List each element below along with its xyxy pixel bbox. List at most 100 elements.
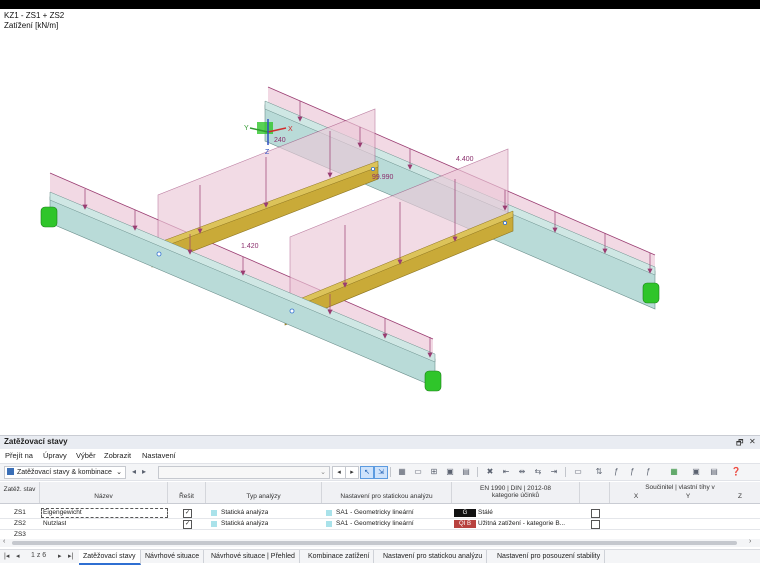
category-tag: QI B [454, 520, 476, 528]
node-marker[interactable] [289, 308, 295, 314]
chevron-down-icon: ⌄ [320, 469, 326, 476]
tab-static-analysis-settings[interactable]: Nastavení pro statickou analýzu [379, 550, 488, 563]
add-icon[interactable]: ⊞ [428, 466, 440, 478]
menu-upravy[interactable]: Úpravy [43, 451, 67, 460]
table-row[interactable]: ZS1 Eigengewicht ✓ Statická analýza SA1 … [0, 508, 760, 519]
support-icon[interactable] [642, 282, 660, 304]
help-icon[interactable]: ❓ [730, 466, 742, 478]
col-solve[interactable]: Řešit [168, 482, 206, 503]
function-edit-icon[interactable]: ƒ [642, 466, 654, 478]
flag-checkbox[interactable] [591, 509, 600, 518]
flag-checkbox[interactable] [591, 520, 600, 529]
settings-color-swatch [326, 521, 332, 527]
tab-design-situations[interactable]: Návrhové situace [141, 550, 205, 563]
move-up-icon[interactable]: ⇤ [500, 466, 512, 478]
scroll-right-icon[interactable]: › [749, 538, 751, 545]
window-icon[interactable]: ▭ [572, 466, 584, 478]
sheet-tabs-bar: |◂ ◂ 1 z 6 ▸ ▸| Zatěžovací stavy Návrhov… [0, 549, 760, 565]
node-marker[interactable] [502, 220, 507, 225]
support-icon[interactable] [40, 206, 58, 228]
restore-icon[interactable]: 🗗 [736, 437, 744, 451]
panel-menubar: Přejít na Úpravy Výběr Zobrazit Nastaven… [0, 450, 760, 462]
table-settings-icon[interactable]: ▣ [690, 466, 702, 478]
next-record-button[interactable]: ▸ [345, 466, 359, 479]
toolbar-separator [390, 467, 391, 477]
grid-icon[interactable]: ▤ [460, 466, 472, 478]
page-indicator: 1 z 6 [31, 552, 47, 559]
load-value-label: 240 [274, 137, 286, 144]
table-icon [7, 468, 14, 475]
toolbar-separator [477, 467, 478, 477]
axis-x-label: X [288, 126, 293, 133]
menu-vyber[interactable]: Výběr [76, 451, 96, 460]
function-x-icon[interactable]: ƒ [626, 466, 638, 478]
support-icon[interactable] [424, 370, 442, 392]
col-analysis-type[interactable]: Typ analýzy [206, 482, 322, 503]
split-icon[interactable]: ⇆ [532, 466, 544, 478]
next-arrow-icon[interactable]: ▸ [138, 466, 150, 478]
load-case-name-field[interactable]: Eigengewicht [41, 508, 168, 518]
delete-icon[interactable]: ✖ [484, 466, 496, 478]
col-static-settings[interactable]: Nastavení pro statickou analýzu [322, 482, 452, 503]
scrollbar-thumb[interactable] [12, 541, 737, 545]
solve-checkbox[interactable]: ✓ [183, 520, 192, 529]
first-page-icon[interactable]: |◂ [4, 552, 9, 560]
close-icon[interactable]: ✕ [749, 437, 756, 446]
move-right-icon[interactable]: ⇥ [548, 466, 560, 478]
select-related-button[interactable]: ⇲ [374, 466, 388, 479]
node-marker[interactable] [370, 166, 375, 171]
tab-load-cases[interactable]: Zatěžovací stavy [79, 550, 141, 565]
menu-nastaveni[interactable]: Nastavení [142, 451, 176, 460]
copy-icon[interactable]: ▣ [444, 466, 456, 478]
solve-checkbox[interactable]: ✓ [183, 509, 192, 518]
action-category[interactable]: Stálé [478, 508, 578, 518]
load-cases-panel: Zatěžovací stavy 🗗 ✕ Přejít na Úpravy Vý… [0, 435, 760, 571]
static-settings[interactable]: SA1 - Geometricky lineární [336, 519, 414, 529]
table-row[interactable]: ZS2 Nutzlast ✓ Statická analýza SA1 - Ge… [0, 519, 760, 530]
tab-design-situations-overview[interactable]: Návrhové situace | Přehled [207, 550, 300, 563]
tab-stability-settings[interactable]: Nastavení pro posouzení stability [493, 550, 606, 563]
tab-load-combinations[interactable]: Kombinace zatížení [304, 550, 375, 563]
table-selector-dropdown[interactable]: Zatěžovací stavy & kombinace ⌄ [4, 466, 126, 479]
axis-y-label: Y [244, 125, 249, 132]
select-mode-button[interactable]: ↖ [360, 466, 374, 479]
category-tag: G [454, 509, 476, 517]
col-en1990[interactable]: EN 1990 | DIN | 2012-08 kategorie účinků [452, 482, 580, 503]
col-selfweight[interactable]: Součinitel | vlastní tíhy v X Y Z [610, 482, 750, 503]
function-icon[interactable]: ƒ [610, 466, 622, 478]
load-case-id: ZS1 [14, 509, 26, 516]
panel-title: Zatěžovací stavy [4, 437, 68, 446]
analysis-type[interactable]: Statická analýza [221, 519, 268, 529]
node-marker[interactable] [156, 251, 162, 257]
filter-dropdown[interactable]: ⌄ [158, 466, 330, 479]
prev-record-button[interactable]: ◂ [332, 466, 346, 479]
sort-icon[interactable]: ⇅ [593, 466, 605, 478]
insert-row-icon[interactable]: ▭ [412, 466, 424, 478]
load-value-label: 1.420 [241, 243, 259, 250]
last-page-icon[interactable]: ▸| [68, 552, 73, 560]
menu-prejit-na[interactable]: Přejít na [5, 451, 33, 460]
horizontal-scrollbar[interactable]: ‹ › [0, 538, 760, 547]
calculator-icon[interactable]: ▤ [708, 466, 720, 478]
toolbar-separator [565, 467, 566, 477]
prev-page-icon[interactable]: ◂ [16, 552, 20, 560]
table-icon[interactable]: ▦ [396, 466, 408, 478]
load-value-label: 4.400 [456, 156, 474, 163]
scroll-left-icon[interactable]: ‹ [3, 538, 5, 545]
col-load-case[interactable]: Zatěž. stav [0, 482, 40, 503]
load-case-name[interactable]: Nutzlast [43, 519, 66, 529]
action-category[interactable]: Užitná zatížení - kategorie B... [478, 519, 578, 529]
chevron-down-icon: ⌄ [116, 469, 122, 476]
static-settings[interactable]: SA1 - Geometricky lineární [336, 508, 414, 518]
axis-z-label: Z [265, 149, 270, 156]
col-name[interactable]: Název [40, 482, 168, 503]
analysis-type[interactable]: Statická analýza [221, 508, 268, 518]
load-case-id: ZS2 [14, 520, 26, 527]
col-flag[interactable] [580, 482, 610, 503]
merge-icon[interactable]: ⇹ [516, 466, 528, 478]
next-page-icon[interactable]: ▸ [58, 552, 62, 560]
menu-zobrazit[interactable]: Zobrazit [104, 451, 131, 460]
window-top-edge [0, 0, 760, 9]
excel-export-icon[interactable]: ▦ [668, 466, 680, 478]
3d-model-viewport[interactable]: KZ1 - ZS1 + ZS2 Zatížení [kN/m] 4.400 99… [0, 9, 760, 435]
